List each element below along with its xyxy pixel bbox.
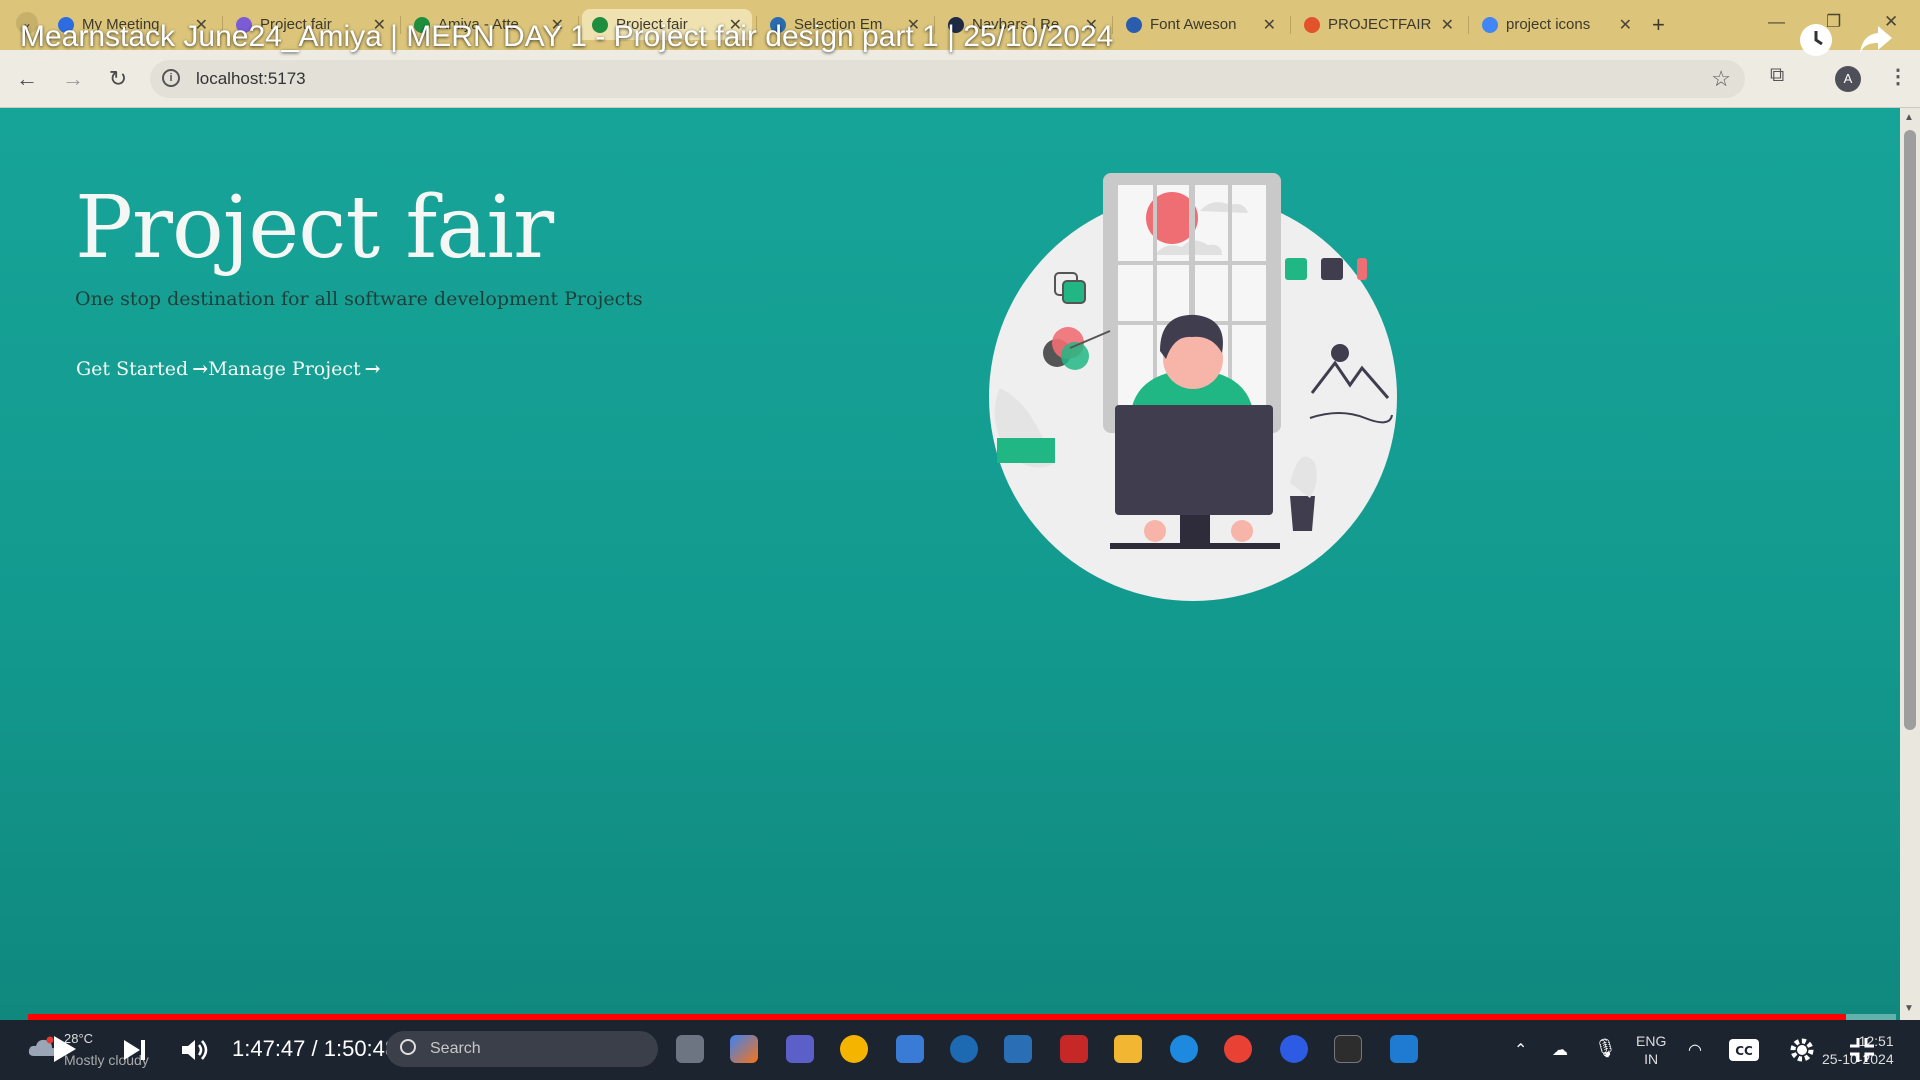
captions-icon[interactable]: CC	[1728, 1038, 1760, 1067]
browser-tab-label: Font Aweson	[1150, 16, 1237, 33]
forward-icon[interactable]: →	[58, 64, 88, 94]
search-icon	[400, 1039, 416, 1055]
square-icon	[1285, 258, 1307, 280]
microphone-icon[interactable]: 🎙	[1594, 1038, 1617, 1059]
video-frame: ⌄ My Meeting ✕ Project fair ✕ Amiya - Atte ✕ P…	[0, 0, 1920, 1080]
file-explorer-icon[interactable]	[1114, 1035, 1142, 1063]
get-started-link[interactable]: Get Started →	[76, 358, 208, 380]
share-icon[interactable]	[1856, 20, 1896, 60]
scroll-up-icon[interactable]: ▲	[1904, 112, 1914, 123]
hero-subtitle: One stop destination for all software de…	[75, 288, 643, 310]
browser-tab[interactable]: PROJECTFAIR ✕	[1294, 9, 1464, 40]
play-icon[interactable]	[52, 1034, 78, 1069]
page-viewport: Project fair One stop destination for al…	[0, 108, 1900, 1020]
figma-icon	[1304, 16, 1320, 33]
monitor-stand	[1180, 515, 1210, 543]
store-icon[interactable]	[896, 1035, 924, 1063]
taskbar-search[interactable]: Search	[386, 1031, 658, 1067]
square-icon	[1062, 280, 1086, 304]
language-indicator[interactable]: ENG IN	[1636, 1032, 1666, 1068]
svg-text:CC: CC	[1735, 1044, 1753, 1058]
hero-title: Project fair	[75, 178, 554, 278]
zoom-icon[interactable]	[1280, 1035, 1308, 1063]
new-tab-button[interactable]: +	[1652, 12, 1665, 38]
arrow-right-icon: →	[192, 358, 209, 380]
hand-right	[1231, 520, 1253, 542]
tab-separator	[1290, 16, 1291, 34]
chrome-icon[interactable]	[840, 1035, 868, 1063]
scroll-down-icon[interactable]: ▼	[1904, 1003, 1914, 1014]
browser-toolbar: ← → ↻ i localhost:5173 ☆ ⧉ A ⋮	[0, 50, 1920, 108]
manage-project-label: Manage Project	[208, 358, 361, 380]
edge-icon[interactable]	[1170, 1035, 1198, 1063]
browser-tab-label: PROJECTFAIR	[1328, 16, 1432, 33]
monitor-icon	[1115, 405, 1273, 515]
teams-icon[interactable]	[786, 1035, 814, 1063]
bird-icon	[1331, 344, 1349, 362]
next-video-icon[interactable]	[122, 1038, 148, 1067]
tray-chevron-icon[interactable]: ⌃	[1514, 1040, 1527, 1060]
square-icon	[1321, 258, 1343, 280]
arrow-right-icon: →	[364, 358, 381, 380]
close-tab-icon[interactable]: ✕	[1619, 15, 1632, 35]
hand-left	[1144, 520, 1166, 542]
back-icon[interactable]: ←	[12, 64, 42, 94]
profile-avatar[interactable]: A	[1835, 66, 1861, 92]
hero-links: Get Started → Manage Project →	[76, 358, 381, 380]
settings-gear-icon[interactable]	[1788, 1036, 1816, 1069]
site-info-icon[interactable]: i	[162, 69, 180, 87]
chrome-active-icon[interactable]	[1224, 1035, 1252, 1063]
terminal-icon[interactable]	[1334, 1035, 1362, 1063]
browser-tab-label: project icons	[1506, 16, 1591, 33]
task-view-icon[interactable]	[676, 1035, 704, 1063]
mug-icon	[1290, 496, 1315, 531]
scroll-thumb[interactable]	[1904, 130, 1916, 730]
url-text[interactable]: localhost:5173	[196, 69, 306, 89]
volume-icon[interactable]	[180, 1038, 210, 1067]
tab-separator	[1468, 16, 1469, 34]
bookmark-star-icon[interactable]: ☆	[1711, 66, 1731, 92]
exit-fullscreen-icon[interactable]	[1848, 1036, 1876, 1069]
square-icon	[1357, 258, 1367, 280]
vpn-icon[interactable]	[950, 1035, 978, 1063]
language-bottom: IN	[1644, 1051, 1659, 1067]
language-top: ENG	[1636, 1033, 1667, 1049]
address-bar[interactable]: i localhost:5173 ☆	[150, 60, 1745, 98]
browser-menu-icon[interactable]: ⋮	[1888, 64, 1908, 89]
minimize-icon[interactable]: —	[1768, 12, 1785, 32]
video-time: 1:47:47 / 1:50:48	[232, 1036, 398, 1061]
hero-illustration	[989, 173, 1397, 601]
extensions-icon[interactable]: ⧉	[1770, 64, 1784, 87]
get-started-label: Get Started	[76, 358, 189, 380]
onedrive-icon[interactable]: ☁	[1552, 1040, 1568, 1060]
copilot-icon[interactable]	[730, 1035, 758, 1063]
close-tab-icon[interactable]: ✕	[1263, 15, 1276, 35]
watch-later-icon[interactable]	[1796, 20, 1836, 60]
reload-icon[interactable]: ↻	[103, 64, 133, 94]
mysql-icon[interactable]	[1004, 1035, 1032, 1063]
close-tab-icon[interactable]: ✕	[1441, 15, 1454, 35]
vscode-icon[interactable]	[1390, 1035, 1418, 1063]
wifi-icon[interactable]: ◠	[1688, 1040, 1702, 1060]
flag-icon	[1126, 16, 1142, 33]
manage-project-link[interactable]: Manage Project →	[208, 358, 380, 380]
video-title[interactable]: Mearnstack June24_Amiya | MERN DAY 1 - P…	[20, 20, 1113, 54]
page-scrollbar[interactable]: ▲ ▼	[1900, 108, 1920, 1020]
taskbar-search-placeholder: Search	[430, 1040, 481, 1057]
google-icon	[1482, 16, 1498, 33]
browser-tab[interactable]: project icons ✕	[1472, 9, 1642, 40]
pot-icon	[997, 438, 1055, 463]
browser-tab[interactable]: Font Aweson ✕	[1116, 9, 1286, 40]
desk-edge	[1110, 543, 1280, 549]
mcafee-icon[interactable]	[1060, 1035, 1088, 1063]
